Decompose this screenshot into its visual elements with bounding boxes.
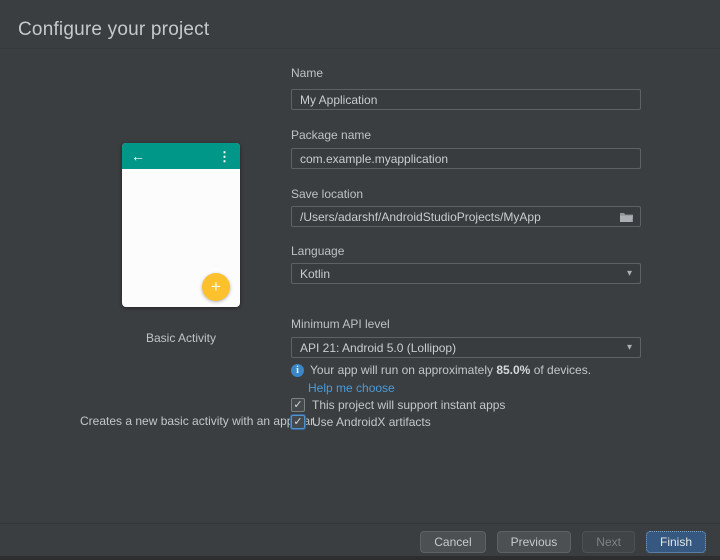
package-name-input[interactable] [291,148,641,169]
fab-plus-icon: + [202,273,230,301]
androidx-label: Use AndroidX artifacts [312,415,431,429]
footer-buttons: Cancel Previous Next Finish [420,531,706,553]
window-bottom-edge [0,556,720,560]
api-coverage-info: i Your app will run on approximately 85.… [291,363,691,377]
folder-browse-icon[interactable] [619,210,634,223]
back-arrow-icon: ← [131,149,145,163]
template-preview-card: ← ⋮ + [122,143,240,307]
instant-apps-checkbox[interactable]: ✓ [291,398,305,412]
template-name: Basic Activity [110,331,252,345]
name-input[interactable] [291,89,641,110]
language-select[interactable]: Kotlin ▾ [291,263,641,284]
previous-button[interactable]: Previous [497,531,572,553]
help-me-choose-link[interactable]: Help me choose [308,381,395,395]
package-name-label: Package name [291,128,371,142]
api-coverage-percent: 85.0% [496,363,530,377]
instant-apps-row: ✓ This project will support instant apps [291,398,505,412]
androidx-row: ✓ Use AndroidX artifacts [291,415,431,429]
instant-apps-label: This project will support instant apps [312,398,505,412]
kebab-menu-icon: ⋮ [218,150,231,163]
androidx-checkbox[interactable]: ✓ [291,415,305,429]
save-location-field [291,206,641,227]
min-api-select[interactable]: API 21: Android 5.0 (Lollipop) ▾ [291,337,641,358]
next-button: Next [582,531,635,553]
footer-divider [0,523,720,524]
chevron-down-icon: ▾ [627,269,632,279]
preview-appbar: ← ⋮ [122,143,240,169]
page-title: Configure your project [18,19,209,41]
min-api-label: Minimum API level [291,317,390,331]
info-icon: i [291,364,304,377]
api-coverage-text: Your app will run on approximately 85.0%… [310,363,591,377]
chevron-down-icon: ▾ [627,343,632,353]
name-label: Name [291,66,323,80]
template-description: Creates a new basic activity with an app… [80,414,322,429]
save-location-input[interactable] [291,206,641,227]
configure-project-dialog: Configure your project ← ⋮ + Basic Activ… [0,0,720,560]
finish-button[interactable]: Finish [646,531,706,553]
header-divider [0,48,720,49]
save-location-label: Save location [291,187,363,201]
min-api-selected-value: API 21: Android 5.0 (Lollipop) [300,341,456,355]
cancel-button[interactable]: Cancel [420,531,485,553]
language-selected-value: Kotlin [300,267,330,281]
language-label: Language [291,244,344,258]
